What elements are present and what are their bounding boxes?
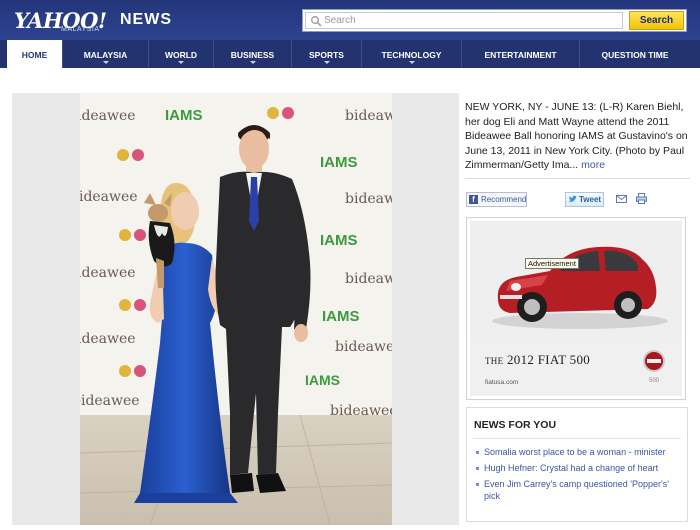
print-icon[interactable] [636, 193, 647, 204]
ad-url: fiatusa.com [485, 379, 519, 386]
tweet-button[interactable]: Tweet [565, 192, 604, 207]
nav-sports-label: SPORTS [309, 50, 344, 60]
backdrop-bideawee-logo: bideawee [345, 108, 392, 124]
nav-technology[interactable]: TECHNOLOGY [362, 40, 462, 68]
caption-text: NEW YORK, NY - JUNE 13: (L-R) Karen Bieh… [465, 101, 688, 171]
news-for-you-title: NEWS FOR YOU [474, 419, 557, 431]
backdrop-bideawee-logo: bideawee [80, 265, 136, 281]
news-list: Somalia worst place to be a woman - mini… [475, 446, 680, 506]
nav-home[interactable]: HOME [7, 40, 63, 68]
news-link[interactable]: Even Jim Carrey's camp questioned 'Poppe… [475, 478, 680, 502]
nav-entertainment-label: ENTERTAINMENT [484, 50, 557, 60]
backdrop-bideawee-logo: bideawee [330, 403, 392, 419]
nav-business-label: BUSINESS [230, 50, 275, 60]
backdrop-iams-logo: IAMS [320, 232, 358, 249]
backdrop-bideawee-logo: bideawee [80, 108, 136, 124]
main-nav: HOME MALAYSIA WORLD BUSINESS SPORTS TECH… [0, 40, 700, 68]
article-photo[interactable]: IAMS IAMS IAMS IAMS IAMS bideawee bideaw… [80, 93, 392, 525]
backdrop-bideawee-logo: bideawee [345, 191, 392, 207]
nav-business[interactable]: BUSINESS [214, 40, 292, 68]
nav-malaysia[interactable]: MALAYSIA [63, 40, 149, 68]
advertisement-label: Advertisement [525, 258, 579, 269]
tweet-label: Tweet [579, 195, 602, 204]
chevron-down-icon [178, 61, 184, 64]
search-icon [311, 16, 322, 27]
search-input[interactable]: Search [305, 12, 623, 29]
nav-technology-label: TECHNOLOGY [381, 50, 442, 60]
backdrop-iams-logo: IAMS [320, 154, 358, 171]
ad-title-main: 2012 FIAT 500 [506, 352, 591, 367]
backdrop-bideawee-logo: bideawee [80, 393, 140, 409]
nav-world-label: WORLD [164, 50, 198, 60]
news-link[interactable]: Somalia worst place to be a woman - mini… [475, 446, 680, 458]
chevron-down-icon [408, 61, 415, 64]
backdrop-bideawee-logo: bideawee [80, 331, 136, 347]
nav-sports[interactable]: SPORTS [292, 40, 362, 68]
logo-news-text: NEWS [120, 11, 172, 28]
nav-malaysia-label: MALAYSIA [83, 50, 128, 60]
fiat-ad[interactable]: Advertisement THE 2012 FIAT 500 fiatusa.… [470, 221, 682, 396]
backdrop-bideawee-logo: bideawee [335, 339, 392, 355]
divider [465, 178, 690, 179]
facebook-recommend-button[interactable]: f Recommend [466, 192, 527, 207]
search-bar: Search Search [302, 9, 687, 32]
caption-more-link[interactable]: more [581, 159, 605, 171]
event-photo-illustration: IAMS IAMS IAMS IAMS IAMS bideawee bideaw… [80, 93, 392, 525]
news-link[interactable]: Hugh Hefner: Crystal had a change of hea… [475, 462, 680, 474]
recommend-label: Recommend [481, 195, 527, 204]
ad-title: THE 2012 FIAT 500 [485, 352, 590, 368]
chevron-down-icon [249, 61, 256, 64]
backdrop-iams-logo: IAMS [165, 107, 203, 124]
search-button[interactable]: Search [629, 11, 684, 30]
divider [473, 438, 681, 439]
nav-question-time[interactable]: QUESTION TIME [580, 40, 690, 68]
backdrop-iams-logo: IAMS [322, 308, 360, 325]
fiat-logo-icon [643, 350, 665, 372]
advertisement-box: Advertisement THE 2012 FIAT 500 fiatusa.… [466, 217, 686, 400]
yahoo-news-logo[interactable]: YAHOO! NEWS MALAYSIA [14, 8, 171, 33]
top-bar: YAHOO! NEWS MALAYSIA Search Search [0, 0, 700, 40]
photo-caption: NEW YORK, NY - JUNE 13: (L-R) Karen Bieh… [465, 100, 690, 173]
nav-world[interactable]: WORLD [149, 40, 214, 68]
backdrop-iams-logo: IAMS [305, 372, 340, 388]
ad-logo-text: 500 [648, 378, 659, 384]
ad-title-prefix: THE [485, 356, 504, 366]
nav-entertainment[interactable]: ENTERTAINMENT [462, 40, 580, 68]
search-placeholder: Search [324, 15, 356, 26]
chevron-down-icon [323, 61, 330, 64]
logo-region-text: MALAYSIA [61, 26, 100, 33]
chevron-down-icon [102, 61, 109, 64]
nav-question-time-label: QUESTION TIME [601, 50, 669, 60]
email-icon[interactable] [616, 195, 627, 203]
twitter-bird-icon [568, 195, 577, 203]
car-illustration [470, 221, 682, 339]
backdrop-bideawee-logo: bideawee [80, 189, 138, 205]
news-for-you-box: NEWS FOR YOU Somalia worst place to be a… [466, 407, 688, 522]
facebook-icon: f [469, 195, 478, 204]
nav-home-label: HOME [21, 50, 48, 60]
backdrop-bideawee-logo: bideawee [345, 271, 392, 287]
